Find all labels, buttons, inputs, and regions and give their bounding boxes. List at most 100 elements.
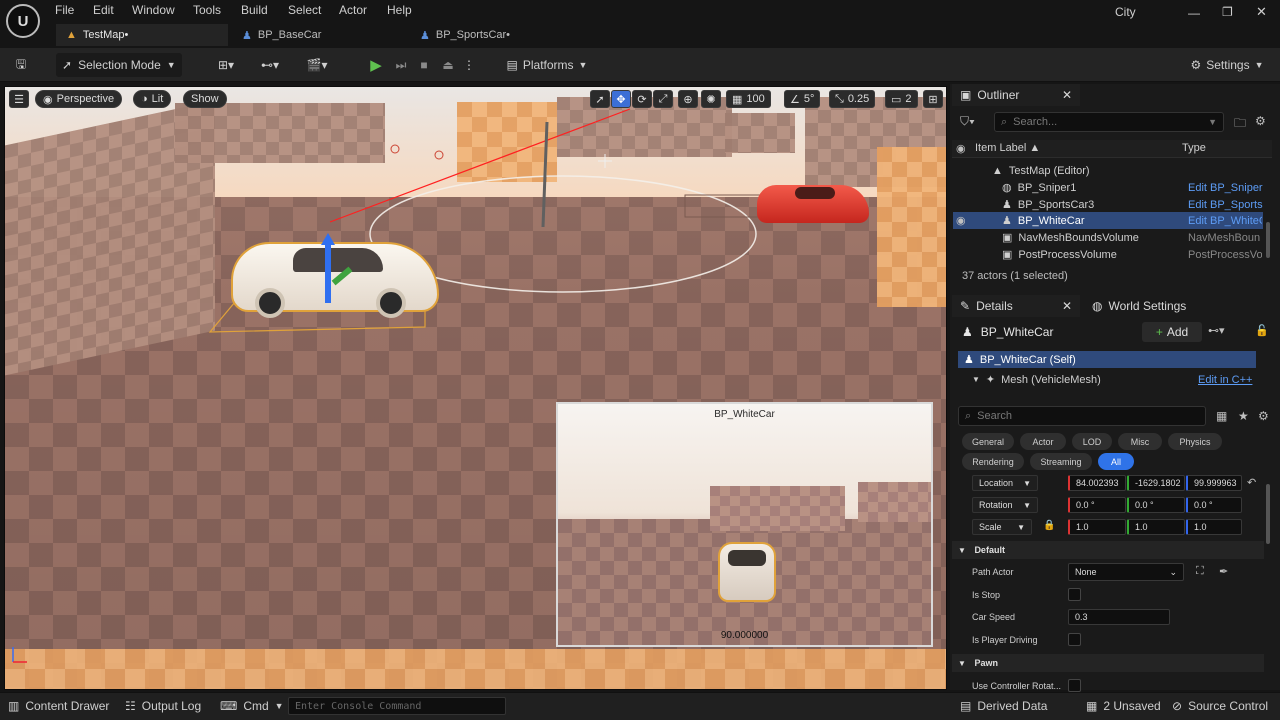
stop-icon[interactable]: ■ [413,53,435,77]
menu-actor[interactable]: Actor [339,3,367,17]
menu-file[interactable]: File [55,3,74,17]
location-dropdown[interactable]: Location ▼ [972,475,1038,491]
close-window-icon[interactable]: ✕ [1256,4,1267,20]
location-z-field[interactable]: 99.999963 [1186,475,1242,491]
path-actor-dropdown[interactable]: None ⌄ [1068,563,1184,581]
content-drawer-button[interactable]: ▥ Content Drawer [8,699,109,713]
rotate-tool-icon[interactable]: ⟳ [632,90,652,108]
category-actor[interactable]: Actor [1020,433,1066,450]
column-item-label[interactable]: Item Label ▲ [975,142,1040,154]
derived-data-button[interactable]: ▤ Derived Data [960,699,1047,713]
add-folder-icon[interactable]: 🗀 [1234,114,1246,135]
unsaved-button[interactable]: ▦ 2 Unsaved [1086,699,1161,713]
source-control-button[interactable]: ⊘ Source Control [1172,699,1268,713]
rotation-z-field[interactable]: 0.0 ° [1186,497,1242,513]
table-view-icon[interactable]: ▦ [1216,409,1227,423]
edit-blueprint-link[interactable]: Edit BP_WhiteC [1188,212,1262,229]
outliner-search-input[interactable]: ⌕ Search... ▼ [994,112,1224,132]
add-component-button[interactable]: + Add [1142,322,1202,342]
star-icon[interactable]: ★ [1238,409,1249,423]
level-viewport[interactable]: ☰ ◉ Perspective ◑ Lit Show ➚ ✥ ⟳ ⤢ ⊕ ✺ ▦… [4,86,947,690]
save-icon[interactable]: 🖫 [10,53,32,77]
category-streaming[interactable]: Streaming [1030,453,1092,470]
scale-dropdown[interactable]: Scale ▼ [972,519,1032,535]
lock-icon[interactable]: 🔒 [1043,520,1055,531]
car-speed-field[interactable]: 0.3 [1068,609,1170,625]
rotation-snap-button[interactable]: ∠ 5° [784,90,821,108]
platforms-dropdown[interactable]: ▤ Platforms ▼ [502,53,592,77]
menu-select[interactable]: Select [288,3,321,17]
scale-z-field[interactable]: 1.0 [1186,519,1242,535]
play-icon[interactable]: ▶ [365,53,387,77]
reset-icon[interactable]: ↶ [1247,476,1256,489]
perspective-button[interactable]: ◉ Perspective [35,90,123,108]
rotation-x-field[interactable]: 0.0 ° [1068,497,1126,513]
select-tool-icon[interactable]: ➚ [590,90,610,108]
eject-icon[interactable]: ⏏ [437,53,459,77]
is-stop-checkbox[interactable] [1068,588,1081,601]
cinematics-icon[interactable]: 🎬▾ [300,53,334,77]
red-sports-car[interactable] [757,185,869,223]
edit-blueprint-link[interactable]: Edit BP_Sports [1188,196,1263,213]
category-general[interactable]: General [962,433,1014,450]
close-icon[interactable]: ✕ [1062,88,1072,102]
visibility-icon[interactable]: ◉ [956,142,966,155]
category-lod[interactable]: LOD [1072,433,1112,450]
camera-speed-button[interactable]: ▭ 2 [885,90,918,108]
world-settings-tab[interactable]: ◍ World Settings [1084,295,1224,317]
details-search-input[interactable]: ⌕ Search [958,406,1206,426]
tab-bp-sportscar[interactable]: ♟ BP_SportsCar• [410,24,580,46]
visibility-icon[interactable]: ◉ [956,214,966,227]
scale-snap-button[interactable]: ⤡ 0.25 [829,90,876,108]
component-mesh[interactable]: ▼ ✦ Mesh (VehicleMesh) [972,371,1101,388]
maximize-icon[interactable]: ❐ [1222,5,1233,19]
translate-tool-icon[interactable]: ✥ [611,90,631,108]
console-command-input[interactable]: Enter Console Command [288,697,506,715]
menu-build[interactable]: Build [241,3,268,17]
column-type[interactable]: Type [1182,142,1206,154]
scale-x-field[interactable]: 1.0 [1068,519,1126,535]
outliner-row[interactable]: ▣ NavMeshBoundsVolume [1002,229,1139,246]
tab-bp-basecar[interactable]: ♟ BP_BaseCar [232,24,402,46]
is-player-driving-checkbox[interactable] [1068,633,1081,646]
selection-mode-dropdown[interactable]: ➚ Selection Mode ▼ [56,53,182,77]
maximize-viewport-icon[interactable]: ⊞ [923,90,943,108]
category-misc[interactable]: Misc [1118,433,1162,450]
browse-icon[interactable]: ⛶ [1196,565,1204,578]
outliner-row-selected[interactable]: ♟ BP_WhiteCar [1002,212,1085,229]
menu-window[interactable]: Window [132,3,175,17]
outliner-row[interactable]: ▣ PostProcessVolume [1002,246,1117,263]
category-all[interactable]: All [1098,453,1134,470]
minimize-icon[interactable]: — [1188,6,1200,20]
menu-edit[interactable]: Edit [93,3,114,17]
outliner-tab[interactable]: ▣ Outliner ✕ [952,84,1080,106]
category-rendering[interactable]: Rendering [962,453,1024,470]
edit-in-cpp-link[interactable]: Edit in C++ [1198,371,1252,388]
scale-y-field[interactable]: 1.0 [1127,519,1185,535]
gear-icon[interactable]: ⚙ [1258,409,1269,423]
filter-icon[interactable]: ⛉▾ [960,114,975,129]
translate-gizmo-z-axis[interactable] [325,239,331,303]
rotation-dropdown[interactable]: Rotation ▼ [972,497,1038,513]
settings-dropdown[interactable]: ⚙ Settings ▼ [1186,53,1268,77]
outliner-scrollbar[interactable] [1266,222,1270,258]
close-icon[interactable]: ✕ [1062,299,1072,313]
viewport-menu-icon[interactable]: ☰ [9,90,29,108]
pawn-section-header[interactable] [952,654,1264,672]
rotation-y-field[interactable]: 0.0 ° [1127,497,1185,513]
world-space-icon[interactable]: ⊕ [678,90,698,108]
details-scrollbar[interactable] [1266,484,1270,544]
surface-snap-icon[interactable]: ✺ [701,90,721,108]
menu-tools[interactable]: Tools [193,3,221,17]
component-self[interactable]: ♟ BP_WhiteCar (Self) [964,351,1076,368]
tab-testmap[interactable]: ▲ TestMap• [56,24,228,46]
edit-blueprint-link[interactable]: Edit BP_Sniper [1188,179,1263,196]
unreal-logo-icon[interactable]: U [6,4,40,38]
show-button[interactable]: Show [183,90,227,108]
details-tab[interactable]: ✎ Details ✕ [952,295,1080,317]
add-content-icon[interactable]: ⊞▾ [210,53,242,77]
pawn-section[interactable]: ▼ Pawn [958,658,998,668]
location-y-field[interactable]: -1629.1802 [1127,475,1185,491]
blueprints-icon[interactable]: ⊷▾ [254,53,286,77]
eyedropper-icon[interactable]: ✒ [1219,565,1228,578]
